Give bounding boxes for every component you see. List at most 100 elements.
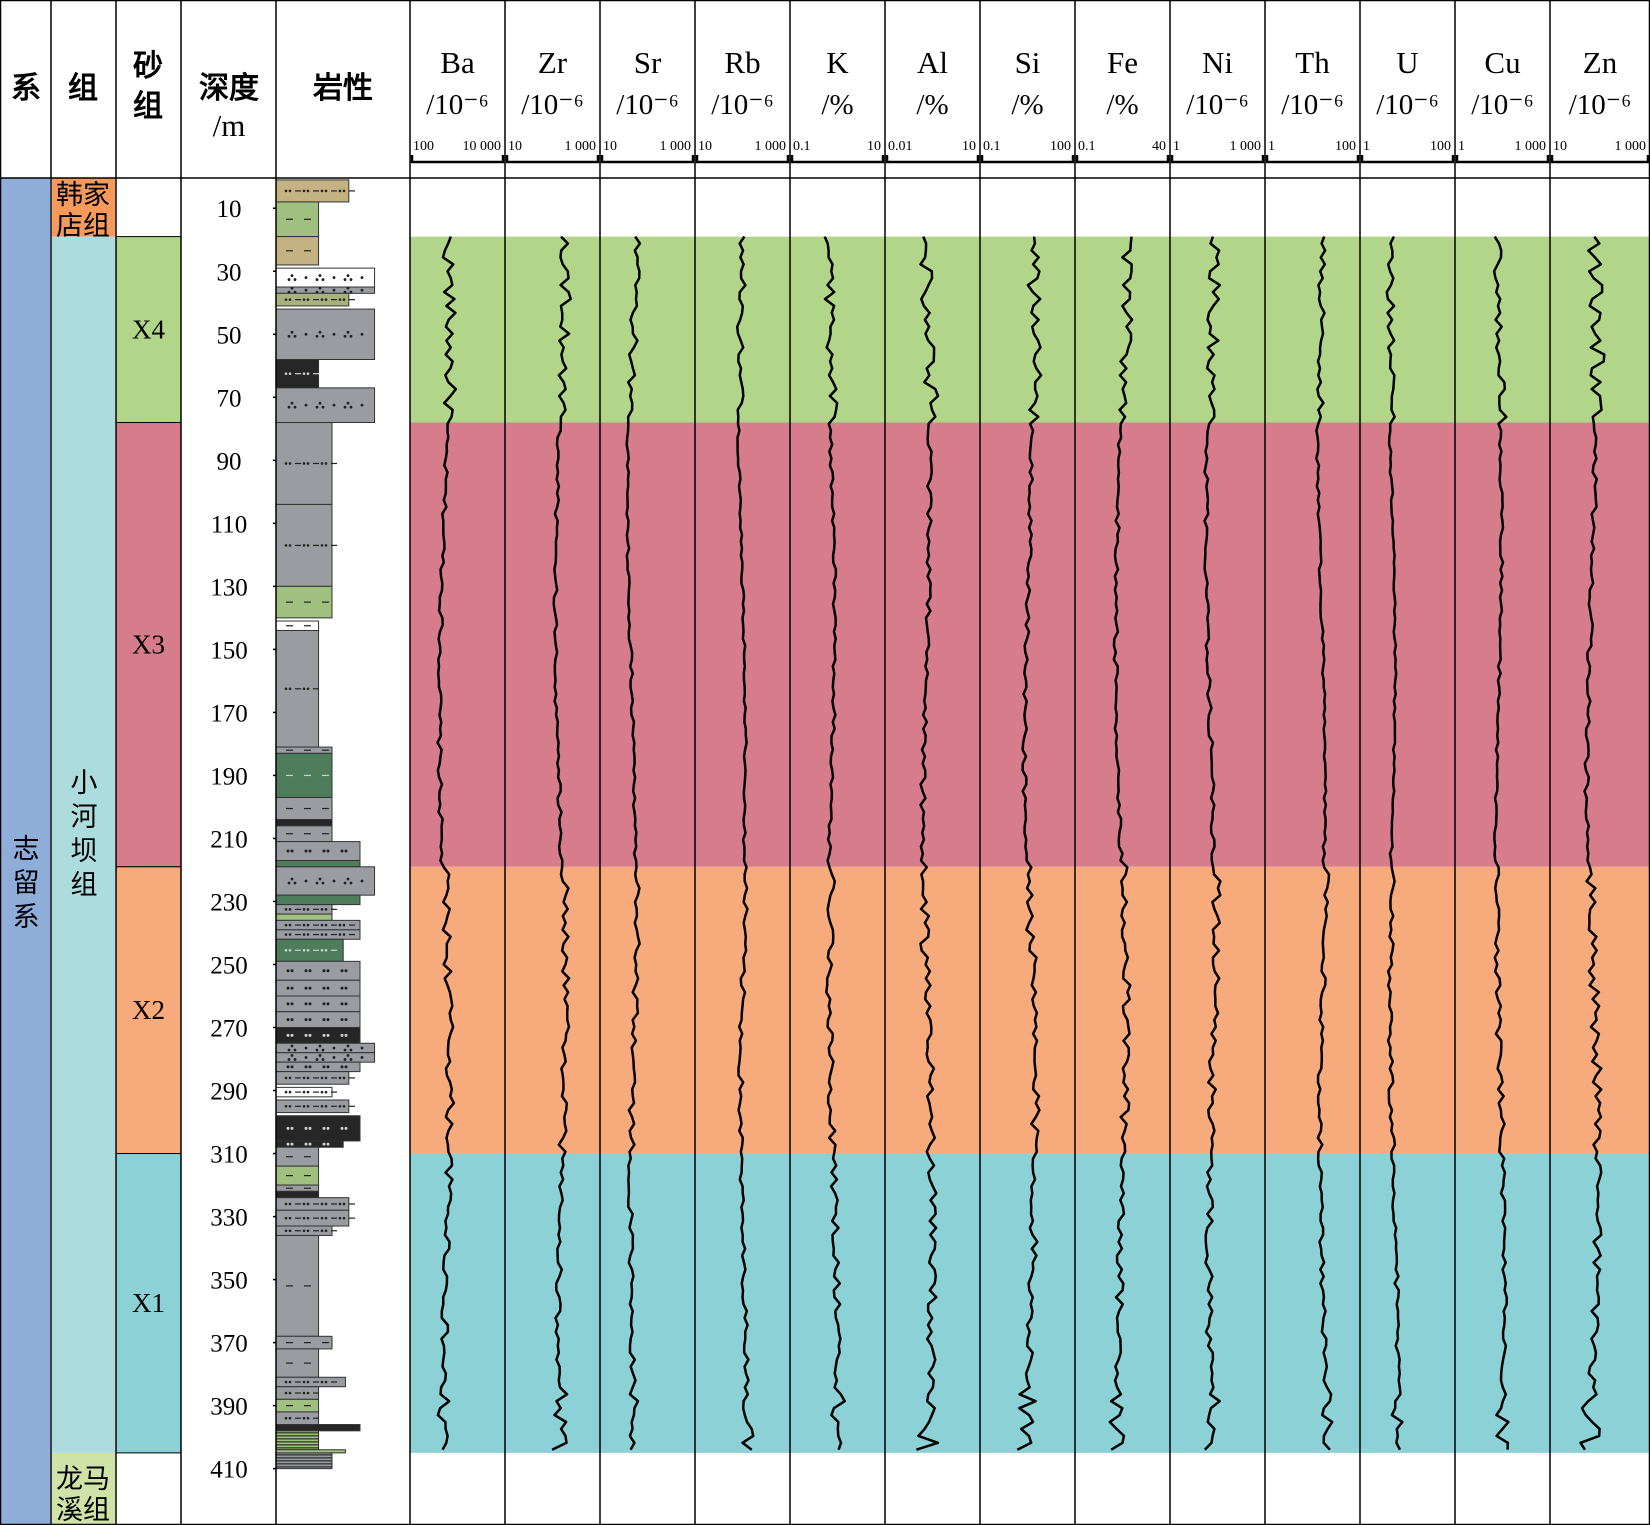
lithology-bed bbox=[275, 1061, 361, 1073]
scale-bar bbox=[885, 155, 980, 164]
element-header-ba: Ba/10⁻⁶ 100 10 000 bbox=[410, 45, 505, 164]
lithology-bed bbox=[275, 1209, 355, 1227]
header-row: 系 组 砂 组 深度 /m 岩性 bbox=[11, 49, 373, 143]
element-header-ni: Ni/10⁻⁶ 1 1 000 bbox=[1170, 45, 1265, 164]
scale-min-label: 1 bbox=[1363, 139, 1370, 154]
header-depth: 深度 bbox=[199, 71, 259, 106]
header-lithology: 岩性 bbox=[313, 71, 373, 106]
element-header-cu: Cu/10⁻⁶ 1 1 000 bbox=[1455, 45, 1550, 164]
element-unit: /10⁻⁶ bbox=[1569, 89, 1631, 121]
header-depth-unit: /m bbox=[213, 108, 246, 143]
lithology-bed bbox=[275, 1086, 337, 1098]
lithology-bed bbox=[275, 1411, 320, 1426]
header-formation: 组 bbox=[68, 71, 98, 106]
lithology-bed bbox=[275, 913, 333, 921]
lithology-bed bbox=[275, 286, 376, 294]
scale-min-label: 0.1 bbox=[983, 139, 1001, 154]
lithology-bed bbox=[275, 1424, 361, 1432]
scale-min-label: 10 bbox=[698, 139, 712, 154]
lithology-bed bbox=[275, 1335, 333, 1350]
scale-bar bbox=[1265, 155, 1360, 164]
element-name: Si bbox=[1015, 45, 1041, 80]
lithology-bed bbox=[275, 1140, 344, 1148]
depth-tick-label: 70 bbox=[217, 385, 242, 412]
scale-min-label: 0.1 bbox=[1078, 139, 1096, 154]
element-unit: /10⁻⁶ bbox=[616, 89, 678, 121]
element-header-zr: Zr/10⁻⁶ 10 1 000 bbox=[505, 45, 600, 164]
lithology-bed bbox=[275, 894, 361, 906]
depth-tick-label: 50 bbox=[217, 322, 242, 349]
header-sand-group-top: 砂 bbox=[133, 49, 163, 84]
element-unit: /10⁻⁶ bbox=[1186, 89, 1248, 121]
lithology-bed bbox=[275, 1190, 320, 1199]
element-name: K bbox=[826, 45, 849, 80]
lithology-bed bbox=[275, 1184, 320, 1192]
scale-bar bbox=[1170, 155, 1265, 164]
lithology-bed bbox=[275, 938, 344, 962]
depth-tick-label: 30 bbox=[217, 259, 242, 286]
header-sand-group-bottom: 组 bbox=[133, 89, 163, 124]
element-unit: /% bbox=[916, 89, 948, 121]
lithology-bed bbox=[275, 1430, 320, 1451]
element-unit: /10⁻⁶ bbox=[426, 89, 488, 121]
lithology-bed bbox=[275, 1052, 376, 1063]
element-header-si: Si /% 0.1 100 bbox=[980, 45, 1075, 164]
lithology-bed bbox=[275, 585, 333, 619]
scale-max-label: 1 000 bbox=[660, 139, 692, 154]
depth-tick-label: 390 bbox=[210, 1394, 248, 1421]
scale-bar bbox=[410, 155, 505, 164]
sand-group-label: X1 bbox=[132, 1288, 165, 1318]
scale-max-label: 1 000 bbox=[565, 139, 597, 154]
element-header-zn: Zn/10⁻⁶ 10 1 000 bbox=[1550, 45, 1650, 164]
lithology-bed bbox=[275, 1011, 361, 1029]
scale-max-label: 100 bbox=[1050, 139, 1071, 154]
scale-max-label: 10 bbox=[867, 139, 881, 154]
depth-tick-label: 190 bbox=[210, 763, 248, 790]
element-unit: /10⁻⁶ bbox=[1471, 89, 1533, 121]
lithology-bed bbox=[275, 752, 333, 798]
element-name: U bbox=[1396, 45, 1418, 80]
scale-bar bbox=[1360, 155, 1455, 164]
lithology-column bbox=[275, 179, 376, 1470]
element-header-k: K /% 0.1 10 bbox=[790, 45, 885, 164]
element-header-th: Th/10⁻⁶ 1 100 bbox=[1265, 45, 1360, 164]
lithology-bed bbox=[275, 929, 361, 940]
element-name: Cu bbox=[1484, 45, 1520, 80]
scale-bar bbox=[695, 155, 790, 164]
scale-bar bbox=[1550, 155, 1650, 164]
scale-min-label: 0.01 bbox=[888, 139, 913, 154]
scale-max-label: 1 000 bbox=[1615, 139, 1647, 154]
lithology-bed bbox=[275, 1099, 355, 1114]
sand-group-bands bbox=[410, 236, 1650, 1453]
lithology-bed bbox=[275, 236, 320, 266]
scale-min-label: 10 bbox=[1553, 139, 1567, 154]
sand-group-label: X3 bbox=[132, 630, 165, 660]
lithology-bed bbox=[275, 1386, 320, 1400]
element-headers: Ba/10⁻⁶ 100 10 000 Zr/10⁻⁶ 10 1 000 Sr/10⁻⁶ 10 1… bbox=[410, 45, 1650, 164]
lithology-bed bbox=[275, 819, 333, 827]
lithology-bed bbox=[275, 387, 376, 424]
lithology-bed bbox=[275, 860, 361, 868]
element-name: Ni bbox=[1202, 45, 1233, 80]
scale-min-label: 1 bbox=[1458, 139, 1465, 154]
element-header-rb: Rb/10⁻⁶ 10 1 000 bbox=[695, 45, 790, 164]
depth-tick-label: 10 bbox=[217, 196, 242, 223]
lithology-bed bbox=[275, 904, 337, 915]
element-name: Fe bbox=[1107, 45, 1138, 80]
scale-bar bbox=[790, 155, 885, 164]
depth-tick-label: 210 bbox=[210, 826, 248, 853]
scale-min-label: 1 bbox=[1173, 139, 1180, 154]
depth-tick-label: 170 bbox=[210, 700, 248, 727]
element-name: Rb bbox=[724, 45, 760, 80]
depth-tick-label: 410 bbox=[210, 1457, 248, 1484]
scale-bar bbox=[600, 155, 695, 164]
element-header-al: Al /% 0.01 10 bbox=[885, 45, 980, 164]
system-label: 志留系 bbox=[13, 834, 40, 933]
element-name: Th bbox=[1295, 45, 1330, 80]
lithology-bed bbox=[275, 308, 376, 360]
formation-label: 龙马溪组 bbox=[56, 1464, 110, 1525]
lithology-bed bbox=[275, 960, 361, 981]
depth-tick-label: 130 bbox=[210, 574, 248, 601]
sand-group-label: X2 bbox=[132, 995, 165, 1025]
depth-tick-label: 350 bbox=[210, 1268, 248, 1295]
